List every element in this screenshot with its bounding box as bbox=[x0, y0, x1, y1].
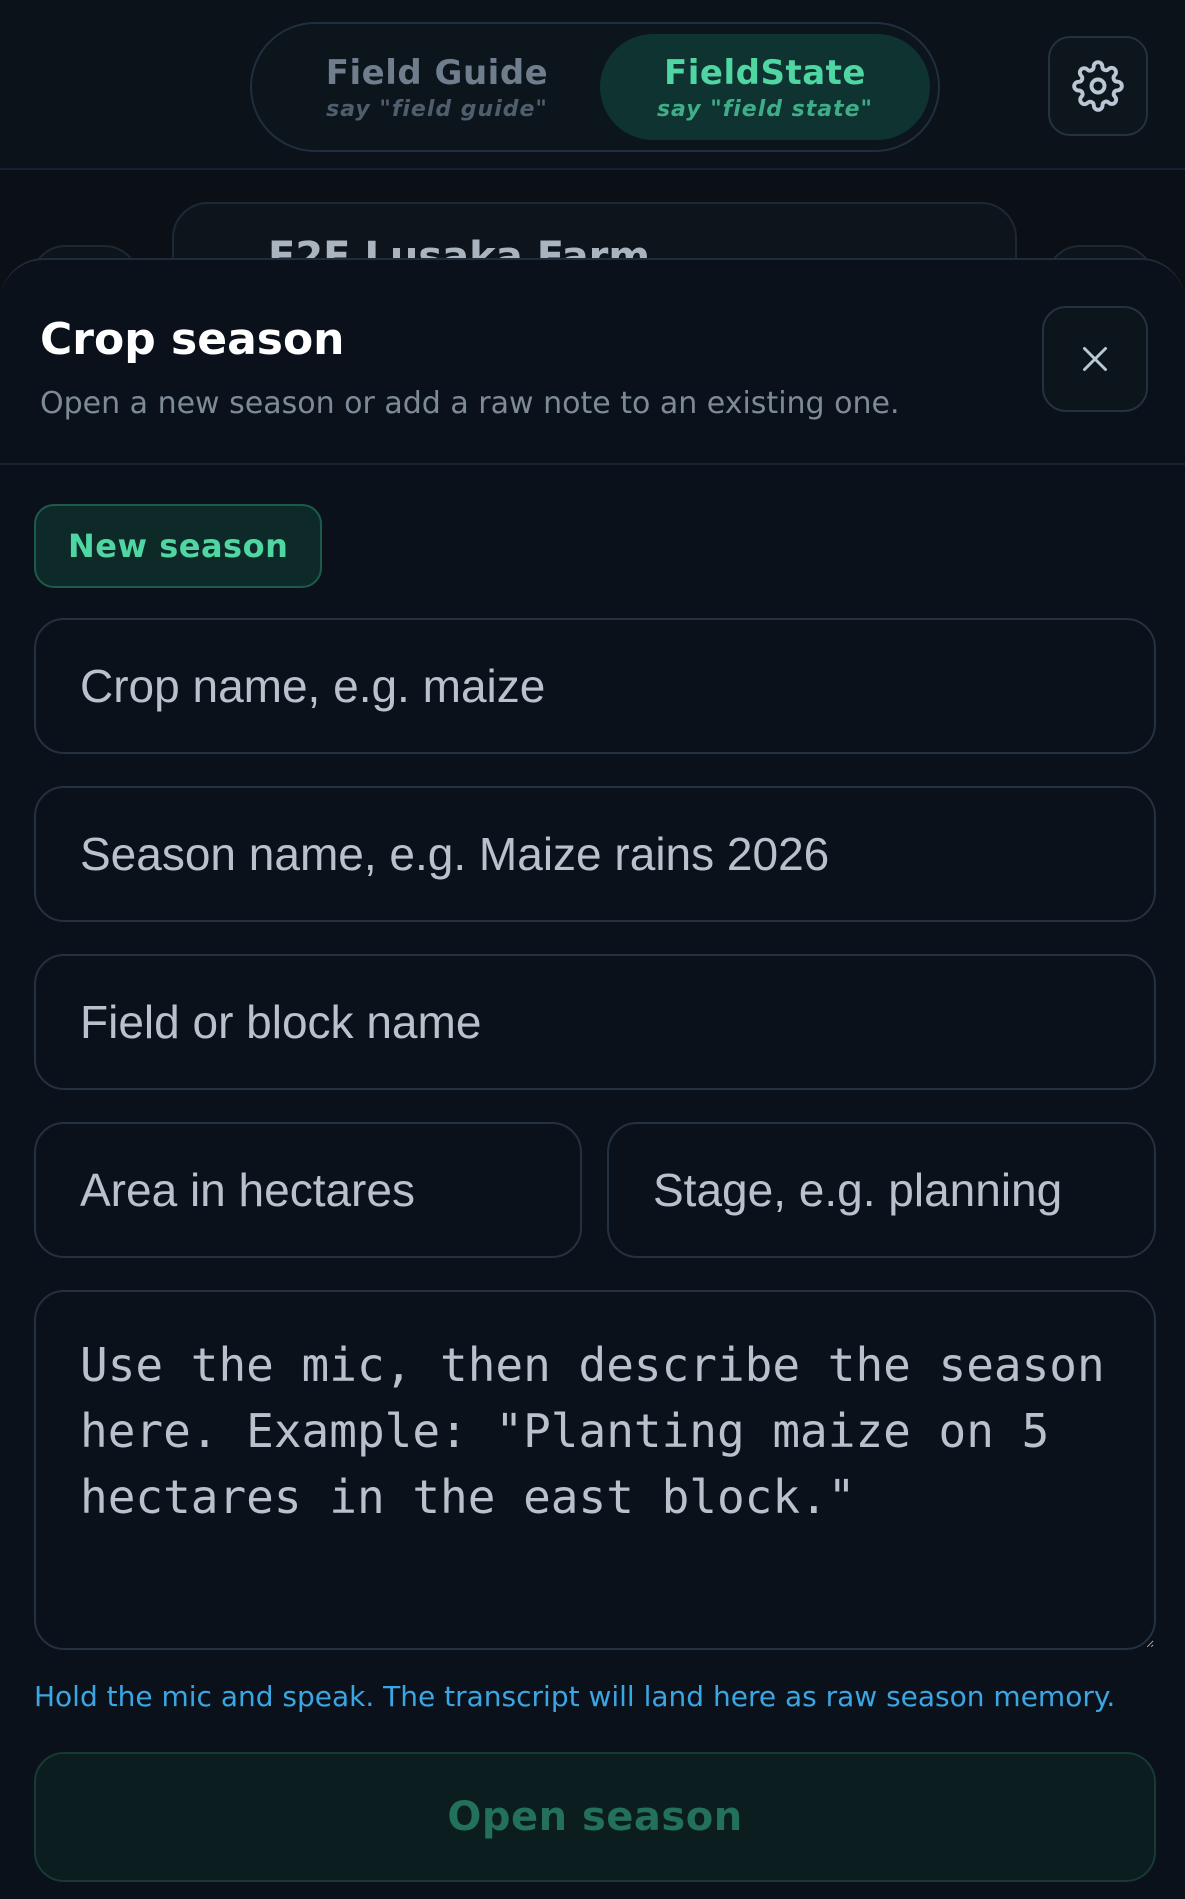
field-block-input[interactable] bbox=[34, 954, 1156, 1090]
stage-input[interactable] bbox=[607, 1122, 1156, 1258]
tab-label: FieldState bbox=[664, 52, 866, 93]
sheet-header: Crop season Open a new season or add a r… bbox=[0, 260, 1185, 465]
tab-voice-hint: say "field guide" bbox=[326, 96, 548, 122]
tab-field-state[interactable]: FieldState say "field state" bbox=[600, 34, 930, 140]
mic-hint-text: Hold the mic and speak. The transcript w… bbox=[34, 1680, 1116, 1713]
tab-label: Field Guide bbox=[325, 52, 549, 93]
gear-icon bbox=[1072, 60, 1124, 112]
top-bar: Field Guide say "field guide" FieldState… bbox=[0, 0, 1185, 170]
season-name-input[interactable] bbox=[34, 786, 1156, 922]
tab-field-guide[interactable]: Field Guide say "field guide" bbox=[272, 34, 602, 140]
new-season-chip[interactable]: New season bbox=[34, 504, 323, 588]
close-icon bbox=[1083, 347, 1107, 371]
open-season-button[interactable]: Open season bbox=[34, 1752, 1156, 1882]
app-screen: Field Guide say "field guide" FieldState… bbox=[0, 0, 1185, 1899]
sheet-title: Crop season bbox=[40, 314, 345, 365]
close-button[interactable] bbox=[1042, 306, 1148, 412]
area-hectares-input[interactable] bbox=[34, 1122, 582, 1258]
settings-button[interactable] bbox=[1048, 36, 1148, 136]
tab-voice-hint: say "field state" bbox=[656, 96, 874, 122]
mode-switch: Field Guide say "field guide" FieldState… bbox=[250, 22, 940, 152]
crop-name-input[interactable] bbox=[34, 618, 1156, 754]
season-notes-textarea[interactable] bbox=[34, 1290, 1156, 1650]
crop-season-sheet: Crop season Open a new season or add a r… bbox=[0, 258, 1185, 1899]
sheet-subtitle: Open a new season or add a raw note to a… bbox=[40, 386, 900, 421]
